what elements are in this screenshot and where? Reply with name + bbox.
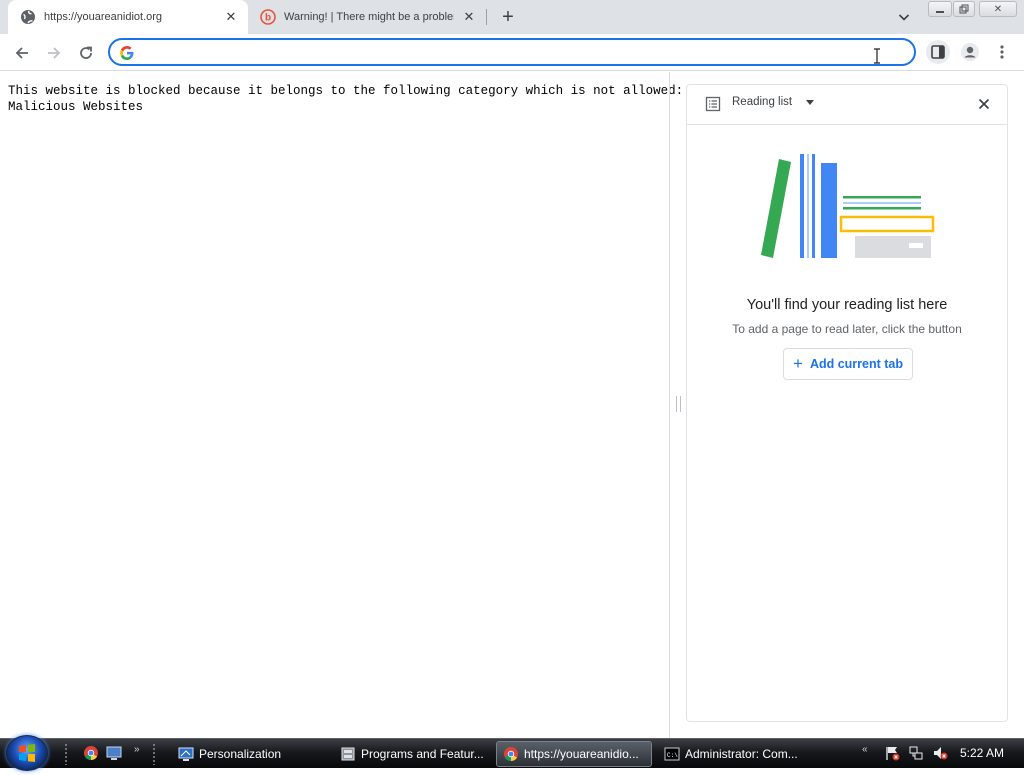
tab-divider bbox=[486, 9, 487, 25]
tab-warning[interactable]: b Warning! | There might be a problem ✕ bbox=[250, 0, 486, 34]
close-tab-icon[interactable]: ✕ bbox=[462, 9, 476, 24]
forward-button[interactable] bbox=[42, 41, 66, 65]
taskbar-clock[interactable]: 5:22 AM bbox=[960, 746, 1004, 760]
action-center-flag-icon[interactable] bbox=[884, 745, 900, 761]
forward-arrow-icon bbox=[48, 47, 61, 59]
tab-youareanidiot[interactable]: https://youareanidiot.org ✕ bbox=[8, 0, 248, 34]
globe-icon bbox=[20, 9, 36, 25]
back-arrow-icon bbox=[15, 47, 28, 59]
svg-text:b: b bbox=[265, 13, 271, 24]
blocked-category: Malicious Websites bbox=[8, 99, 144, 114]
taskbar-grip[interactable] bbox=[152, 743, 156, 765]
taskbar-item-label: Personalization bbox=[199, 747, 282, 761]
bitdefender-icon: b bbox=[260, 9, 276, 25]
restore-button[interactable] bbox=[953, 1, 975, 17]
resize-handle[interactable] bbox=[676, 396, 681, 412]
taskbar-item-cmd[interactable]: C:\ Administrator: Com... bbox=[658, 741, 818, 767]
tray-expand-icon[interactable]: « bbox=[862, 744, 868, 755]
start-button[interactable] bbox=[6, 735, 48, 771]
empty-state-subtitle: To add a page to read later, click the b… bbox=[732, 322, 962, 336]
address-input[interactable] bbox=[142, 42, 742, 62]
chrome-icon bbox=[504, 747, 518, 762]
text-cursor-icon bbox=[874, 48, 880, 64]
side-panel-divider bbox=[669, 72, 670, 738]
volume-muted-icon[interactable] bbox=[932, 745, 948, 761]
chrome-menu-button[interactable] bbox=[990, 40, 1014, 64]
kebab-menu-icon bbox=[1000, 45, 1004, 59]
web-page-content: This website is blocked because it belon… bbox=[0, 72, 683, 738]
programs-icon bbox=[341, 747, 355, 761]
reading-list-icon bbox=[705, 96, 721, 112]
blocked-message-line1: This website is blocked because it belon… bbox=[8, 84, 684, 98]
dropdown-caret-icon[interactable] bbox=[805, 99, 815, 107]
taskbar-item-chrome[interactable]: https://youareanidio... bbox=[496, 741, 652, 767]
windows-logo-icon bbox=[19, 744, 35, 762]
cmd-icon: C:\ bbox=[664, 747, 680, 761]
tab-title: https://youareanidiot.org bbox=[44, 11, 163, 23]
add-current-tab-label: Add current tab bbox=[809, 357, 903, 371]
taskbar-grip[interactable] bbox=[64, 743, 68, 765]
reading-list-illustration-icon bbox=[761, 154, 935, 258]
show-desktop-icon[interactable] bbox=[106, 745, 122, 761]
blocked-message: This website is blocked because it belon… bbox=[8, 84, 683, 115]
profile-button[interactable] bbox=[958, 40, 982, 64]
reload-button[interactable] bbox=[74, 41, 98, 65]
windows-taskbar: » Personalization Programs and Featur...… bbox=[0, 735, 1024, 771]
svg-text:C:\: C:\ bbox=[667, 752, 678, 759]
personalization-icon bbox=[178, 747, 194, 761]
close-panel-icon[interactable] bbox=[977, 97, 991, 111]
side-panel-icon bbox=[931, 45, 945, 59]
panel-header: Reading list bbox=[687, 85, 1007, 125]
close-tab-icon[interactable]: ✕ bbox=[224, 9, 238, 24]
chrome-quicklaunch-icon[interactable] bbox=[83, 745, 99, 761]
minimize-button[interactable] bbox=[928, 1, 952, 17]
side-panel-button[interactable] bbox=[926, 40, 950, 64]
new-tab-button[interactable]: + bbox=[498, 6, 518, 28]
panel-title[interactable]: Reading list bbox=[732, 96, 792, 108]
tab-search-chevron-icon[interactable] bbox=[896, 9, 912, 25]
empty-state-title: You'll find your reading list here bbox=[746, 297, 948, 313]
quicklaunch-overflow-icon[interactable]: » bbox=[134, 744, 140, 755]
tab-title: Warning! | There might be a problem bbox=[284, 11, 454, 23]
plus-icon: + bbox=[793, 354, 803, 373]
profile-avatar-icon bbox=[961, 43, 979, 61]
reading-list-panel: Reading list You'll find your reading li… bbox=[686, 84, 1008, 722]
address-bar[interactable] bbox=[108, 38, 916, 66]
google-g-icon bbox=[120, 46, 134, 60]
network-icon[interactable] bbox=[908, 745, 924, 761]
browser-toolbar bbox=[0, 34, 1024, 71]
back-button[interactable] bbox=[10, 41, 34, 65]
taskbar-item-personalization[interactable]: Personalization bbox=[172, 741, 332, 767]
taskbar-item-label: Administrator: Com... bbox=[685, 747, 798, 761]
taskbar-item-label: Programs and Featur... bbox=[361, 747, 484, 761]
add-current-tab-button[interactable]: + Add current tab bbox=[783, 348, 913, 380]
tab-strip: https://youareanidiot.org ✕ b Warning! |… bbox=[0, 0, 1024, 34]
reload-icon bbox=[80, 46, 92, 59]
taskbar-item-label: https://youareanidio... bbox=[524, 747, 639, 761]
close-window-button[interactable]: ✕ bbox=[979, 1, 1017, 17]
taskbar-item-programs[interactable]: Programs and Featur... bbox=[334, 741, 492, 767]
